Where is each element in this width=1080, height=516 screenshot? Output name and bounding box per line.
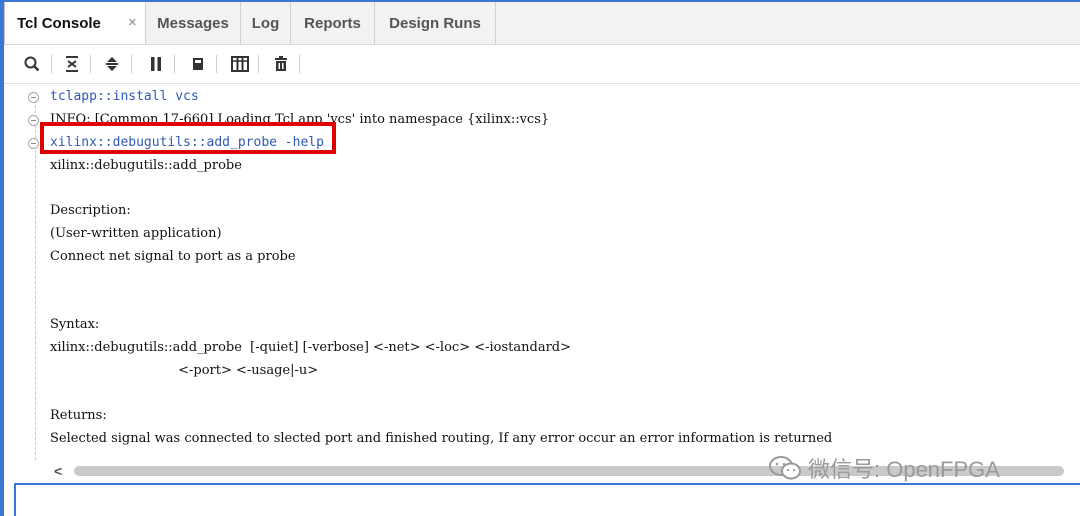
wechat-icon: [769, 456, 801, 480]
toolbar-separator: [216, 55, 217, 73]
console-output-line: xilinx::debugutils::add_probe [-quiet] […: [50, 340, 572, 355]
console-output-line: Syntax:: [50, 317, 100, 332]
tab-messages[interactable]: Messages: [146, 2, 241, 44]
toolbar-separator: [131, 55, 132, 73]
console-output-line: Description:: [50, 203, 131, 218]
console-output-line: Returns:: [50, 408, 107, 423]
console-output-line: xilinx::debugutils::add_probe: [50, 158, 242, 173]
expand-all-icon[interactable]: [100, 52, 124, 76]
watermark-text: 微信号: OpenFPGA: [808, 457, 1000, 482]
console-command-line: tclapp::install vcs: [50, 89, 199, 104]
fold-toggle-icon[interactable]: [28, 92, 39, 103]
toolbar-separator: [174, 55, 175, 73]
toolbar-separator: [299, 55, 300, 73]
tab-label: Messages: [157, 14, 229, 32]
fold-guide: [35, 100, 36, 460]
tab-tcl-console[interactable]: Tcl Console ×: [4, 2, 146, 44]
tab-label: Design Runs: [389, 14, 481, 32]
highlight-box: [40, 122, 336, 154]
tab-label: Reports: [304, 14, 361, 32]
tcl-command-input[interactable]: [14, 483, 1080, 516]
tab-log[interactable]: Log: [241, 2, 291, 44]
copy-icon[interactable]: [186, 52, 210, 76]
clear-icon[interactable]: [269, 52, 293, 76]
console-output-line: Selected signal was connected to slected…: [50, 431, 833, 446]
console-toolbar: [4, 45, 1080, 84]
tab-design-runs[interactable]: Design Runs: [375, 2, 496, 44]
tab-label: Log: [251, 14, 280, 32]
tab-bar: Tcl Console × Messages Log Reports Desig…: [4, 2, 1080, 45]
console-output-line: Connect net signal to port as a probe: [50, 249, 296, 264]
toolbar-separator: [90, 55, 91, 73]
columns-icon[interactable]: [228, 52, 252, 76]
pause-icon[interactable]: [144, 52, 168, 76]
fold-toggle-icon[interactable]: [28, 138, 39, 149]
tab-reports[interactable]: Reports: [291, 2, 375, 44]
console-output-line: <-port> <-usage|-u>: [50, 363, 319, 378]
toolbar-separator: [258, 55, 259, 73]
search-icon[interactable]: [20, 52, 44, 76]
scroll-left-icon[interactable]: <: [54, 463, 62, 479]
console-output-line: (User-written application): [50, 226, 222, 241]
toolbar-separator: [51, 55, 52, 73]
fold-toggle-icon[interactable]: [28, 115, 39, 126]
watermark: 微信号: OpenFPGA: [768, 452, 1000, 484]
close-icon[interactable]: ×: [128, 14, 137, 31]
collapse-all-icon[interactable]: [60, 52, 84, 76]
tab-label: Tcl Console: [17, 14, 101, 32]
